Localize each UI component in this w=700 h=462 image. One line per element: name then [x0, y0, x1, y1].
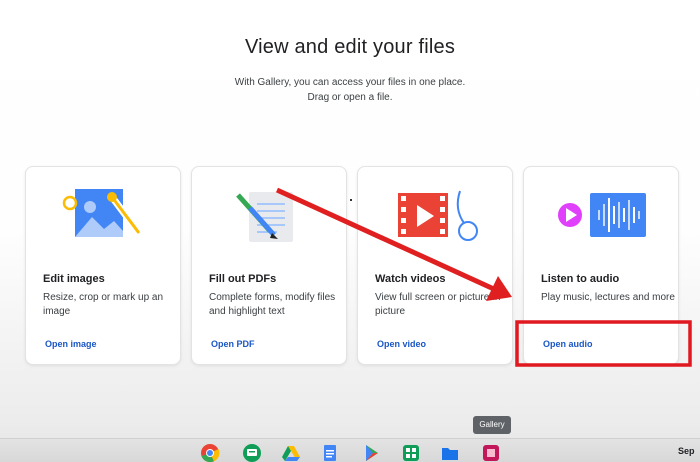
files-icon[interactable] — [440, 443, 460, 462]
card-description: Resize, crop or mark up an image — [43, 292, 164, 317]
page-title: View and edit your files — [244, 36, 456, 58]
card-fill-pdfs: Fill out PDFs Complete forms, modify fil… — [191, 166, 347, 365]
shelf — [0, 438, 700, 462]
open-video-link[interactable]: Open video — [377, 339, 426, 349]
open-audio-link[interactable]: Open audio — [543, 339, 593, 349]
video-icon — [398, 190, 478, 241]
card-title: Listen to audio — [541, 273, 620, 285]
subtitle-line-2: Drag or open a file. — [307, 92, 393, 103]
card-watch-videos: Watch videos View full screen or picture… — [357, 166, 513, 365]
subtitle-line-1: With Gallery, you can access your files … — [234, 77, 466, 88]
card-edit-images: Edit images Resize, crop or mark up an i… — [25, 166, 181, 365]
card-title: Edit images — [43, 273, 105, 285]
image-edit-icon — [62, 189, 142, 237]
card-description: View full screen or picture-in-picture — [375, 292, 504, 317]
docs-icon[interactable] — [320, 443, 340, 462]
play-store-icon[interactable] — [362, 443, 382, 462]
card-title: Watch videos — [375, 273, 446, 285]
shelf-clock[interactable]: Sep — [678, 443, 698, 460]
page-subtitle: With Gallery, you can access your files … — [0, 75, 700, 105]
card-listen-audio: Listen to audio Play music, lectures and… — [523, 166, 679, 365]
drive-icon[interactable] — [281, 443, 301, 462]
chrome-icon[interactable] — [200, 443, 220, 462]
card-title: Fill out PDFs — [209, 273, 277, 285]
card-description: Complete forms, modify files and highlig… — [209, 292, 336, 317]
shelf-tooltip: Gallery — [473, 416, 511, 434]
open-pdf-link[interactable]: Open PDF — [211, 339, 255, 349]
card-description: Play music, lectures and more — [541, 292, 675, 303]
gallery-icon[interactable] — [481, 443, 501, 462]
pdf-document-icon — [236, 192, 293, 242]
audio-icon — [558, 193, 646, 237]
messages-icon[interactable] — [242, 443, 262, 462]
app-grid-icon[interactable] — [401, 443, 421, 462]
stray-dot — [350, 199, 352, 201]
open-image-link[interactable]: Open image — [45, 339, 97, 349]
